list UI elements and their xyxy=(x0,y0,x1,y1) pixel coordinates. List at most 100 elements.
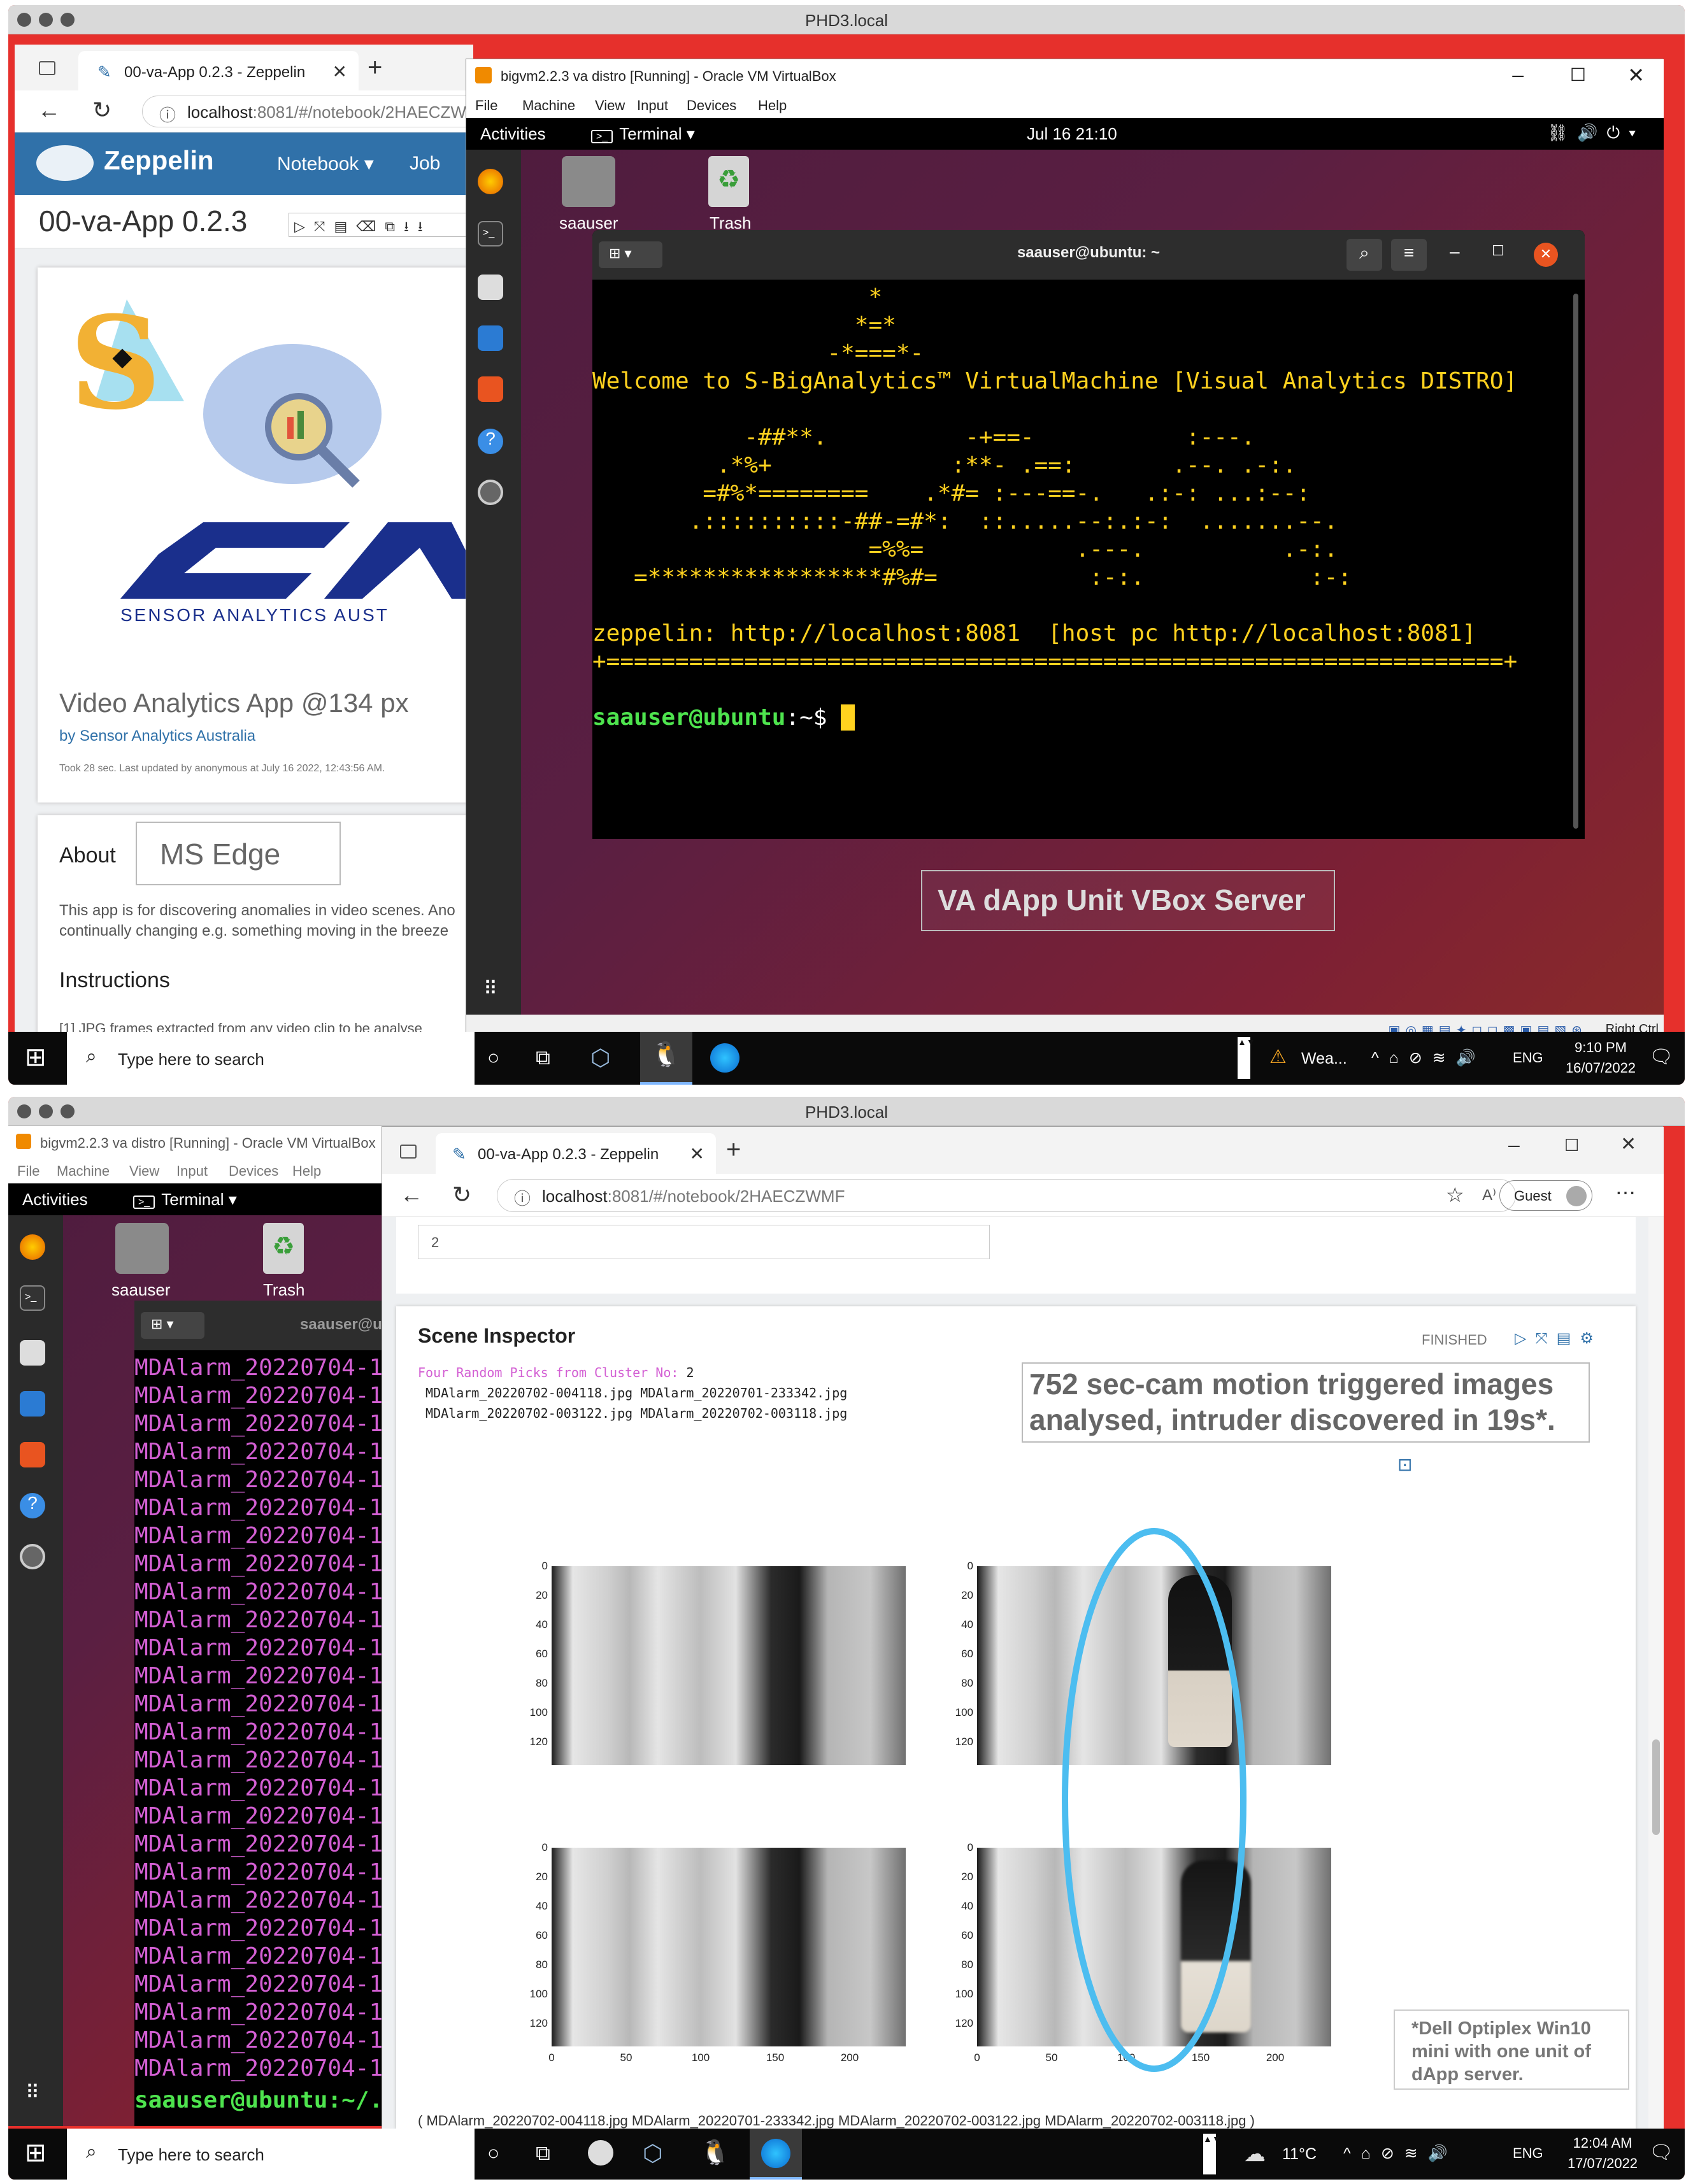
taskbar-time[interactable]: 9:10 PM xyxy=(1562,1039,1639,1056)
nav-notebook[interactable]: Notebook ▾ xyxy=(277,153,374,175)
menu-help[interactable]: Help xyxy=(292,1163,321,1180)
settings-icon[interactable] xyxy=(478,480,503,505)
hamburger-menu-icon[interactable]: ≡ xyxy=(1391,239,1427,271)
terminal-app-menu[interactable]: >_ Terminal ▾ xyxy=(591,124,695,144)
nav-job[interactable]: Job xyxy=(410,153,440,175)
software-icon[interactable] xyxy=(478,376,503,402)
menu-help[interactable]: Help xyxy=(758,97,787,114)
menu-view[interactable]: View xyxy=(129,1163,159,1180)
cortana-icon[interactable]: ○ xyxy=(487,2141,499,2165)
home-folder-icon[interactable] xyxy=(115,1223,169,1274)
task-view-icon[interactable]: ⧉ xyxy=(536,2141,550,2166)
writer-icon[interactable] xyxy=(478,325,503,351)
search-box[interactable]: ⌕ Type here to search xyxy=(67,1032,475,1085)
notifications-icon[interactable]: 🗨 xyxy=(1649,2141,1673,2164)
trash-icon[interactable]: ♻ xyxy=(708,156,749,207)
writer-icon[interactable] xyxy=(20,1391,45,1417)
refresh-icon[interactable]: ↻ xyxy=(92,97,111,124)
trash-icon[interactable]: ♻ xyxy=(263,1223,304,1274)
show-apps-icon[interactable]: ⠿ xyxy=(478,978,503,1003)
scrollbar-thumb[interactable] xyxy=(1652,1739,1660,1835)
new-tab-icon[interactable]: + xyxy=(368,54,382,82)
favorites-icon[interactable]: ☆ xyxy=(1446,1183,1464,1207)
tab-actions-icon[interactable] xyxy=(39,61,55,75)
taskbar-date[interactable]: 17/07/2022 xyxy=(1556,2155,1649,2172)
virtualbox-taskbar-icon[interactable]: ⬡ xyxy=(590,1045,610,1071)
more-menu-icon[interactable]: ⋯ xyxy=(1615,1180,1636,1204)
weather-label[interactable]: Wea... xyxy=(1301,1050,1347,1068)
terminal-prompt-line[interactable]: saauser@ubuntu:~/. xyxy=(134,2087,390,2116)
firefox-icon[interactable] xyxy=(478,169,503,194)
focus-icon[interactable]: ⊡ xyxy=(1397,1454,1412,1475)
tab-zeppelin[interactable]: 00-va-App 0.2.3 - Zeppelin ✎ ✕ xyxy=(78,51,359,90)
activities[interactable]: Activities xyxy=(22,1190,88,1210)
activities[interactable]: Activities xyxy=(480,124,546,144)
clock[interactable]: Jul 16 21:10 xyxy=(1027,124,1117,144)
maximize-icon[interactable]: ☐ xyxy=(1570,64,1586,85)
cluster-input[interactable]: 2 xyxy=(418,1225,990,1259)
windows-start-icon[interactable]: ⊞ xyxy=(25,1045,50,1070)
language-indicator[interactable]: ENG xyxy=(1513,1050,1543,1066)
taskbar-scroll[interactable]: ▲▼ xyxy=(1238,1037,1255,1079)
terminal-dock-icon[interactable]: >_ xyxy=(478,221,503,246)
terminal-app-menu[interactable]: >_ Terminal ▾ xyxy=(133,1190,237,1210)
cloud-weather-icon[interactable]: ☁ xyxy=(1244,2141,1266,2167)
read-aloud-icon[interactable]: A⁾ xyxy=(1482,1186,1496,1204)
back-icon[interactable]: ← xyxy=(38,97,61,124)
tray-icons[interactable]: ^⌂⊘≋🔊 xyxy=(1371,1048,1486,1067)
home-folder-icon[interactable] xyxy=(562,156,615,207)
files-icon[interactable] xyxy=(20,1340,45,1366)
minimize-icon[interactable]: – xyxy=(1512,63,1524,87)
maximize-icon[interactable]: ☐ xyxy=(1564,1136,1579,1155)
terminal-dock-icon[interactable]: >_ xyxy=(20,1285,45,1311)
terminal-output[interactable]: MDAlarm_20220704-1 MDAlarm_20220704-1 MDAl… xyxy=(134,1354,390,2093)
edge-taskbar-icon[interactable] xyxy=(710,1043,739,1073)
maximize-icon[interactable]: ☐ xyxy=(1492,243,1504,259)
profile-button[interactable]: Guest xyxy=(1499,1180,1592,1211)
tab-actions-icon[interactable] xyxy=(400,1145,417,1159)
new-tab-button[interactable]: ⊞ ▾ xyxy=(141,1312,204,1339)
minimize-icon[interactable]: – xyxy=(1508,1133,1520,1157)
taskbar-time[interactable]: 12:04 AM xyxy=(1562,2135,1643,2152)
close-tab-icon[interactable]: ✕ xyxy=(332,61,347,82)
taskbar-scroll[interactable]: ▲▼ xyxy=(1203,2134,1221,2174)
system-tray-icons[interactable]: ⛓🔊⏻▾ xyxy=(1547,123,1645,143)
notebook-action-buttons[interactable]: ▷⤧▤⌫⧉⭳⭳ xyxy=(289,213,473,237)
menu-machine[interactable]: Machine xyxy=(522,97,575,114)
address-bar[interactable]: ⓘ localhost:8081/#/notebook/2HAECZWI xyxy=(142,96,486,127)
menu-devices[interactable]: Devices xyxy=(687,97,736,114)
app-taskbar-icon[interactable] xyxy=(588,2140,613,2166)
notebook-title[interactable]: 00-va-App 0.2.3 xyxy=(39,204,247,238)
taskbar-date[interactable]: 16/07/2022 xyxy=(1556,1060,1645,1076)
terminal-output[interactable]: * *=* -*===*- Welcome to S-BigAnalytics™ … xyxy=(592,283,1567,678)
terminal-scrollbar[interactable] xyxy=(1573,294,1578,829)
terminal-prompt-line[interactable]: saauser@ubuntu:~$ xyxy=(592,704,1567,733)
search-box[interactable]: ⌕ Type here to search xyxy=(67,2129,475,2180)
address-bar[interactable]: ⓘ localhost:8081/#/notebook/2HAECZWMF A⁾ xyxy=(497,1179,1516,1212)
close-tab-icon[interactable]: ✕ xyxy=(690,1143,704,1164)
search-icon[interactable]: ⌕ xyxy=(1347,239,1382,271)
byline[interactable]: by Sensor Analytics Australia xyxy=(59,727,255,745)
warning-icon[interactable]: ⚠ xyxy=(1269,1046,1287,1068)
close-icon[interactable]: ✕ xyxy=(1620,1133,1636,1155)
menu-file[interactable]: File xyxy=(17,1163,39,1180)
firefox-icon[interactable] xyxy=(20,1234,45,1260)
help-icon[interactable]: ? xyxy=(20,1493,45,1518)
back-icon[interactable]: ← xyxy=(400,1181,423,1208)
tab-zeppelin[interactable]: 00-va-App 0.2.3 - Zeppelin ✎ ✕ xyxy=(436,1133,716,1174)
temperature[interactable]: 11°C xyxy=(1282,2145,1317,2164)
software-icon[interactable] xyxy=(20,1442,45,1467)
help-icon[interactable]: ? xyxy=(478,429,503,454)
vm-taskbar-icon[interactable]: 🐧 xyxy=(640,1032,692,1085)
windows-start-icon[interactable]: ⊞ xyxy=(25,2140,50,2166)
menu-machine[interactable]: Machine xyxy=(57,1163,110,1180)
close-icon[interactable]: ✕ xyxy=(1534,243,1558,267)
menu-input[interactable]: Input xyxy=(176,1163,208,1180)
menu-file[interactable]: File xyxy=(475,97,497,114)
paragraph-controls[interactable]: ▷⤧▤⚙ xyxy=(1515,1329,1603,1348)
new-tab-icon[interactable]: + xyxy=(726,1136,741,1164)
minimize-icon[interactable]: – xyxy=(1450,241,1460,262)
task-view-icon[interactable]: ⧉ xyxy=(536,1046,550,1070)
language-indicator[interactable]: ENG xyxy=(1513,2145,1543,2162)
zeppelin-brand[interactable]: Zeppelin xyxy=(104,145,214,176)
